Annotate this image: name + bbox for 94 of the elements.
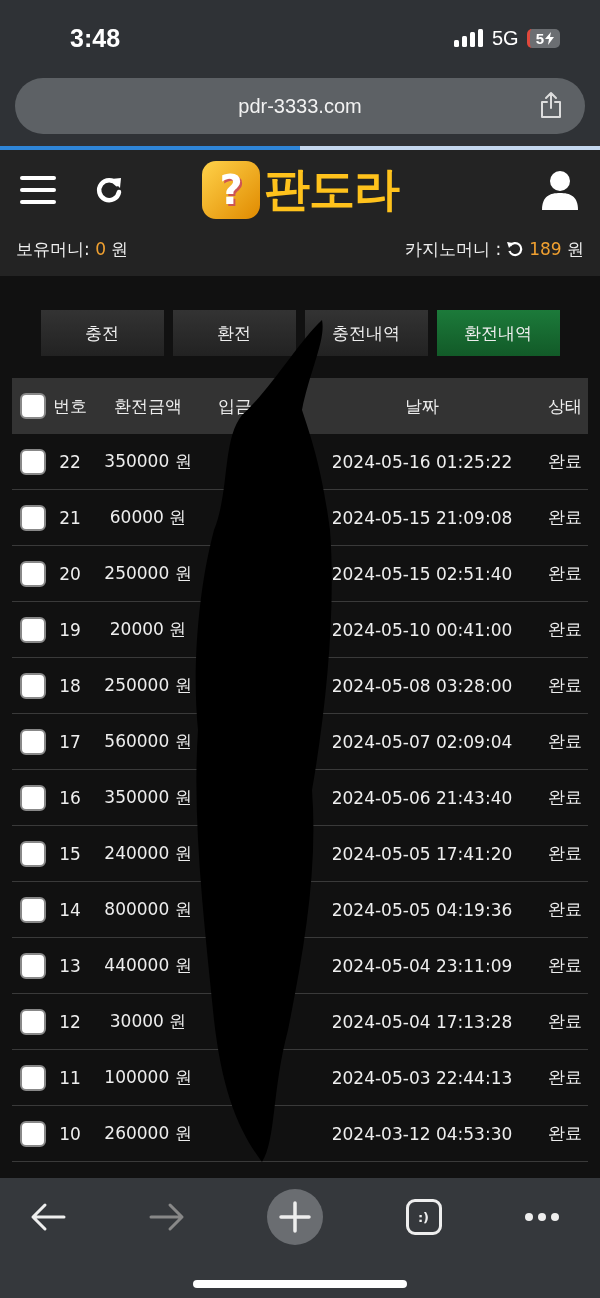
row-checkbox[interactable] [20,448,46,475]
table-cell: 2024-05-04 23:11:09 [331,955,513,976]
table-cell: 20000 원 [109,618,187,641]
table-cell: 60000 원 [109,506,187,529]
table-cell: 완료 [548,1066,582,1089]
column-header: 상태 [548,394,582,418]
tab[interactable]: 충전 [40,310,164,356]
table-cell: 2024-05-07 02:09:04 [331,731,513,752]
signal-icon [453,29,484,47]
table-cell: 350000 원 [104,450,192,473]
table-cell: 350000 원 [104,786,192,809]
row-checkbox[interactable] [20,784,46,811]
table-cell: 완료 [548,450,582,473]
table-cell: 260000 원 [104,1122,192,1145]
row-checkbox[interactable] [20,1064,46,1091]
table-cell: 2024-05-15 02:51:40 [331,563,513,584]
table-cell: 2024-05-15 21:09:08 [331,507,513,528]
table-cell: 완료 [548,954,582,977]
table-cell: 20 [59,563,81,584]
table-cell: 완료 [548,674,582,697]
user-icon[interactable] [542,170,578,210]
table-cell: 2024-05-05 17:41:20 [331,843,513,864]
column-header: 환전금액 [114,394,182,418]
table-cell: 2024-05-16 01:25:22 [331,451,513,472]
share-icon[interactable] [539,91,563,119]
row-checkbox[interactable] [20,1120,46,1147]
row-checkbox[interactable] [20,560,46,587]
tabs-button[interactable]: :) [405,1199,442,1235]
table-cell: 18 [59,675,81,696]
row-checkbox[interactable] [20,672,46,699]
table-cell: 완료 [548,618,582,641]
tab[interactable]: 환전 [172,310,296,356]
row-checkbox[interactable] [20,896,46,923]
table-cell: 완료 [548,506,582,529]
logo-text: 판도라 [264,161,399,218]
casino-balance-amount: 189 원 [529,237,584,261]
table-cell: 10 [59,1123,81,1144]
refresh-icon[interactable] [94,175,124,205]
refresh-icon[interactable] [507,241,524,257]
balance-text: 보유머니: 0 원 [16,237,129,261]
table-cell: 17 [59,731,81,752]
table-cell: 440000 원 [104,954,192,977]
casino-balance-label: 카지노머니 : [405,237,502,261]
menu-icon[interactable] [20,175,56,205]
table-cell: 2024-05-06 21:43:40 [331,787,513,808]
table-cell: 13 [59,955,81,976]
table-cell: 2024-03-12 04:53:30 [331,1123,513,1144]
select-all-checkbox[interactable] [20,393,46,419]
table-cell: 12 [59,1011,81,1032]
tab[interactable]: 환전내역 [436,310,560,356]
more-icon[interactable] [524,1212,560,1222]
table-cell: 11 [59,1067,81,1088]
table-cell: 800000 원 [104,898,192,921]
address-bar[interactable]: pdr-3333.com [15,78,585,134]
row-checkbox[interactable] [20,1008,46,1035]
logo-badge: ? [202,161,260,219]
table-cell: 250000 원 [104,562,192,585]
table-cell: 완료 [548,730,582,753]
tab[interactable]: 충전내역 [304,310,428,356]
table-cell: 16 [59,787,81,808]
table-cell: 30000 원 [109,1010,187,1033]
row-checkbox[interactable] [20,616,46,643]
column-header: 번호 [53,394,87,418]
forward-arrow-icon[interactable] [148,1202,185,1232]
table-cell: 14 [59,899,81,920]
row-checkbox[interactable] [20,952,46,979]
table-cell: 완료 [548,1010,582,1033]
table-cell: 2024-05-05 04:19:36 [331,899,513,920]
table-cell: 15 [59,843,81,864]
table-cell: 2024-05-04 17:13:28 [331,1011,513,1032]
column-header: 날짜 [405,394,439,418]
table-cell: 완료 [548,842,582,865]
table-cell: 22 [59,451,81,472]
row-checkbox[interactable] [20,840,46,867]
new-tab-button[interactable] [267,1189,323,1245]
table-cell: 완료 [548,562,582,585]
table-cell: 완료 [548,786,582,809]
table-cell: 완료 [548,1122,582,1145]
table-cell: 2024-05-10 00:41:00 [331,619,513,640]
table-cell: 100000 원 [104,1066,192,1089]
battery-indicator: 5 [526,28,560,48]
table-cell: 완료 [548,898,582,921]
table-cell: 2024-05-03 22:44:13 [331,1067,513,1088]
table-cell: 560000 원 [104,730,192,753]
table-cell: 21 [59,507,81,528]
table-cell: 19 [59,619,81,640]
row-checkbox[interactable] [20,504,46,531]
row-checkbox[interactable] [20,728,46,755]
back-arrow-icon[interactable] [30,1202,66,1232]
table-cell: 250000 원 [104,674,192,697]
status-time: 3:48 [70,23,121,53]
table-cell: 2024-05-08 03:28:00 [331,675,513,696]
network-label: 5G [491,26,519,50]
table-cell: 240000 원 [104,842,192,865]
